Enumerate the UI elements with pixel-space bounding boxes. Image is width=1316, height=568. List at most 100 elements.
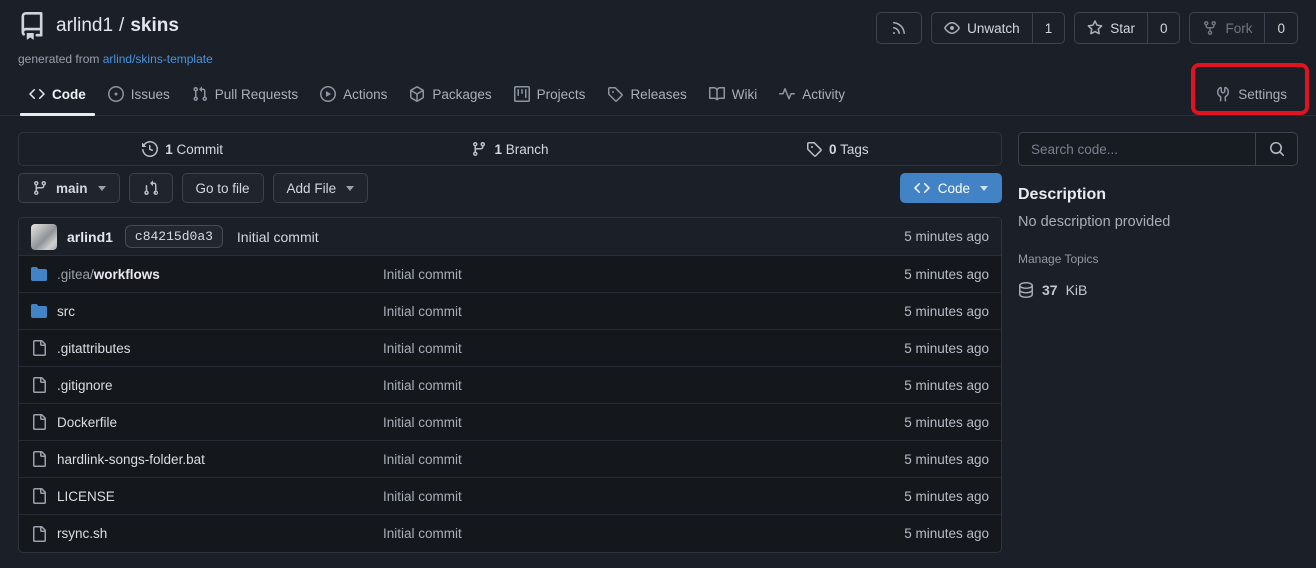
file-commit-time: 5 minutes ago (904, 489, 989, 504)
play-icon (320, 86, 336, 102)
table-row: Dockerfile Initial commit 5 minutes ago (19, 404, 1001, 441)
file-commit-time: 5 minutes ago (904, 452, 989, 467)
add-file-button[interactable]: Add File (273, 173, 369, 203)
watchers-count[interactable]: 1 (1032, 13, 1065, 43)
tab-actions[interactable]: Actions (309, 74, 398, 115)
tab-releases[interactable]: Releases (596, 74, 697, 115)
file-name-link[interactable]: .gitignore (57, 378, 113, 393)
file-name-link[interactable]: hardlink-songs-folder.bat (57, 452, 205, 467)
chevron-down-icon (346, 186, 354, 191)
tab-issues[interactable]: Issues (97, 74, 181, 115)
generated-from: generated from arlind/skins-template (18, 52, 1298, 66)
stars-count[interactable]: 0 (1147, 13, 1180, 43)
tab-settings-label: Settings (1238, 87, 1287, 102)
code-button-label: Code (938, 181, 970, 196)
code-search-box (1018, 132, 1298, 166)
tab-wiki[interactable]: Wiki (698, 74, 769, 115)
commit-message-link[interactable]: Initial commit (237, 229, 319, 245)
file-name-link[interactable]: workflows (94, 267, 160, 282)
file-commit-message[interactable]: Initial commit (383, 452, 904, 467)
file-name-link[interactable]: Dockerfile (57, 415, 117, 430)
go-to-file-label: Go to file (196, 181, 250, 196)
file-commit-time: 5 minutes ago (904, 341, 989, 356)
tab-pull-requests[interactable]: Pull Requests (181, 74, 309, 115)
repo-owner-link[interactable]: arlind1 (56, 15, 113, 37)
file-commit-time: 5 minutes ago (904, 526, 989, 541)
table-row: .gitignore Initial commit 5 minutes ago (19, 367, 1001, 404)
code-icon (914, 180, 930, 196)
tab-projects-label: Projects (537, 87, 586, 102)
tools-icon (1215, 86, 1231, 102)
tab-code-label: Code (52, 87, 86, 102)
tab-code[interactable]: Code (18, 74, 97, 115)
rss-button[interactable] (876, 12, 922, 44)
repo-size-unit: KiB (1066, 282, 1088, 298)
file-commit-message[interactable]: Initial commit (383, 267, 904, 282)
tab-packages-label: Packages (432, 87, 491, 102)
file-path-prefix[interactable]: .gitea/ (57, 267, 94, 282)
history-icon (142, 141, 158, 157)
table-row: .gitea/workflows Initial commit 5 minute… (19, 256, 1001, 293)
file-commit-message[interactable]: Initial commit (383, 415, 904, 430)
file-commit-time: 5 minutes ago (904, 378, 989, 393)
pulse-icon (779, 86, 795, 102)
watch-button-group: Unwatch 1 (931, 12, 1065, 44)
template-repo-link[interactable]: arlind/skins-template (103, 52, 213, 66)
book-icon (709, 86, 725, 102)
go-to-file-button[interactable]: Go to file (182, 173, 264, 203)
file-commit-message[interactable]: Initial commit (383, 304, 904, 319)
branches-count: 1 (494, 142, 502, 157)
fork-button[interactable]: Fork (1190, 13, 1264, 43)
compare-button[interactable] (129, 173, 173, 203)
avatar[interactable] (31, 224, 57, 250)
repo-header: arlind1 / skins Unwatch 1 (0, 0, 1316, 66)
repo-name-link[interactable]: skins (130, 15, 179, 37)
star-icon (1087, 20, 1103, 36)
file-name-link[interactable]: src (57, 304, 75, 319)
forks-count[interactable]: 0 (1264, 13, 1297, 43)
branch-icon (32, 180, 48, 196)
folder-icon (31, 303, 47, 319)
database-icon (1018, 282, 1034, 298)
tab-activity-label: Activity (802, 87, 845, 102)
branch-selector[interactable]: main (18, 173, 120, 203)
file-commit-message[interactable]: Initial commit (383, 526, 904, 541)
manage-topics-link[interactable]: Manage Topics (1018, 252, 1099, 266)
branches-stat[interactable]: 1 Branch (346, 133, 673, 165)
table-row: .gitattributes Initial commit 5 minutes … (19, 330, 1001, 367)
search-button[interactable] (1255, 133, 1297, 165)
search-input[interactable] (1019, 142, 1255, 157)
file-table: arlind1 c84215d0a3 Initial commit 5 minu… (18, 217, 1002, 553)
star-button[interactable]: Star (1075, 13, 1147, 43)
tab-activity[interactable]: Activity (768, 74, 856, 115)
file-name-link[interactable]: .gitattributes (57, 341, 131, 356)
code-download-button[interactable]: Code (900, 173, 1002, 203)
commit-hash-badge[interactable]: c84215d0a3 (125, 225, 223, 248)
unwatch-button[interactable]: Unwatch (932, 13, 1032, 43)
commit-time: 5 minutes ago (904, 229, 989, 244)
repo-separator: / (119, 15, 124, 37)
file-commit-message[interactable]: Initial commit (383, 489, 904, 504)
table-row: src Initial commit 5 minutes ago (19, 293, 1001, 330)
tab-projects[interactable]: Projects (503, 74, 597, 115)
tags-count: 0 (829, 142, 837, 157)
star-button-group: Star 0 (1074, 12, 1180, 44)
file-commit-time: 5 minutes ago (904, 304, 989, 319)
file-commit-message[interactable]: Initial commit (383, 341, 904, 356)
file-name-link[interactable]: LICENSE (57, 489, 115, 504)
tab-settings[interactable]: Settings (1204, 74, 1298, 115)
branches-label: Branch (506, 142, 549, 157)
commit-author-link[interactable]: arlind1 (67, 229, 113, 245)
tab-packages[interactable]: Packages (398, 74, 502, 115)
tabbar-spacer (856, 74, 1204, 115)
tags-stat[interactable]: 0 Tags (674, 133, 1001, 165)
repo-sidebar: Description No description provided Mana… (1018, 132, 1298, 298)
file-icon (31, 414, 47, 430)
file-name-link[interactable]: rsync.sh (57, 526, 107, 541)
branch-icon (471, 141, 487, 157)
file-icon (31, 488, 47, 504)
page-title: arlind1 / skins (56, 15, 179, 37)
repo-size-value: 37 (1042, 282, 1058, 298)
file-commit-message[interactable]: Initial commit (383, 378, 904, 393)
commits-stat[interactable]: 1 Commit (19, 133, 346, 165)
